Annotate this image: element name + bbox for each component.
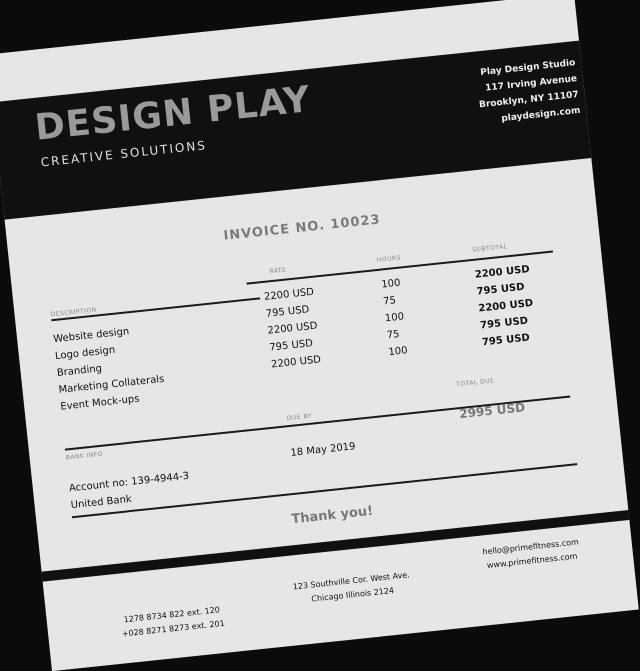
subtotal-column: 2200 USD 795 USD 2200 USD 795 USD 795 US… <box>474 261 538 351</box>
hours-column: 100 75 100 75 100 <box>381 275 409 362</box>
subtotal-header: SUBTOTAL <box>471 243 508 254</box>
description-column: Website design Logo design Branding Mark… <box>52 320 166 416</box>
total-due-label: TOTAL DUE <box>455 377 495 389</box>
item-hours: 75 <box>382 295 397 308</box>
rate-header: RATE <box>269 266 287 276</box>
hours-header: HOURS <box>376 254 402 264</box>
item-hours: 100 <box>380 277 402 291</box>
total-due-amount: 2995 USD <box>458 400 526 422</box>
footer-phones: 1278 8734 822 ext. 120 +028 8271 8273 ex… <box>97 601 249 645</box>
bank-info-label: BANK INFO <box>65 450 104 462</box>
invoice-page: DESIGN PLAY CREATIVE SOLUTIONS Play Desi… <box>0 0 639 671</box>
footer-address: 123 Southville Cor. West Ave. Chicago Il… <box>266 566 438 612</box>
rate-column: 2200 USD 795 USD 2200 USD 795 USD 2200 U… <box>263 284 322 374</box>
item-hours: 100 <box>384 311 405 325</box>
due-by-label: DUE BY <box>286 412 313 423</box>
item-rate: 2200 USD <box>270 354 322 371</box>
due-date: 18 May 2019 <box>290 441 357 459</box>
item-hours: 75 <box>386 329 401 342</box>
item-hours: 100 <box>388 345 409 359</box>
footer-web: hello@primefitness.com www.primefitness.… <box>455 533 607 577</box>
